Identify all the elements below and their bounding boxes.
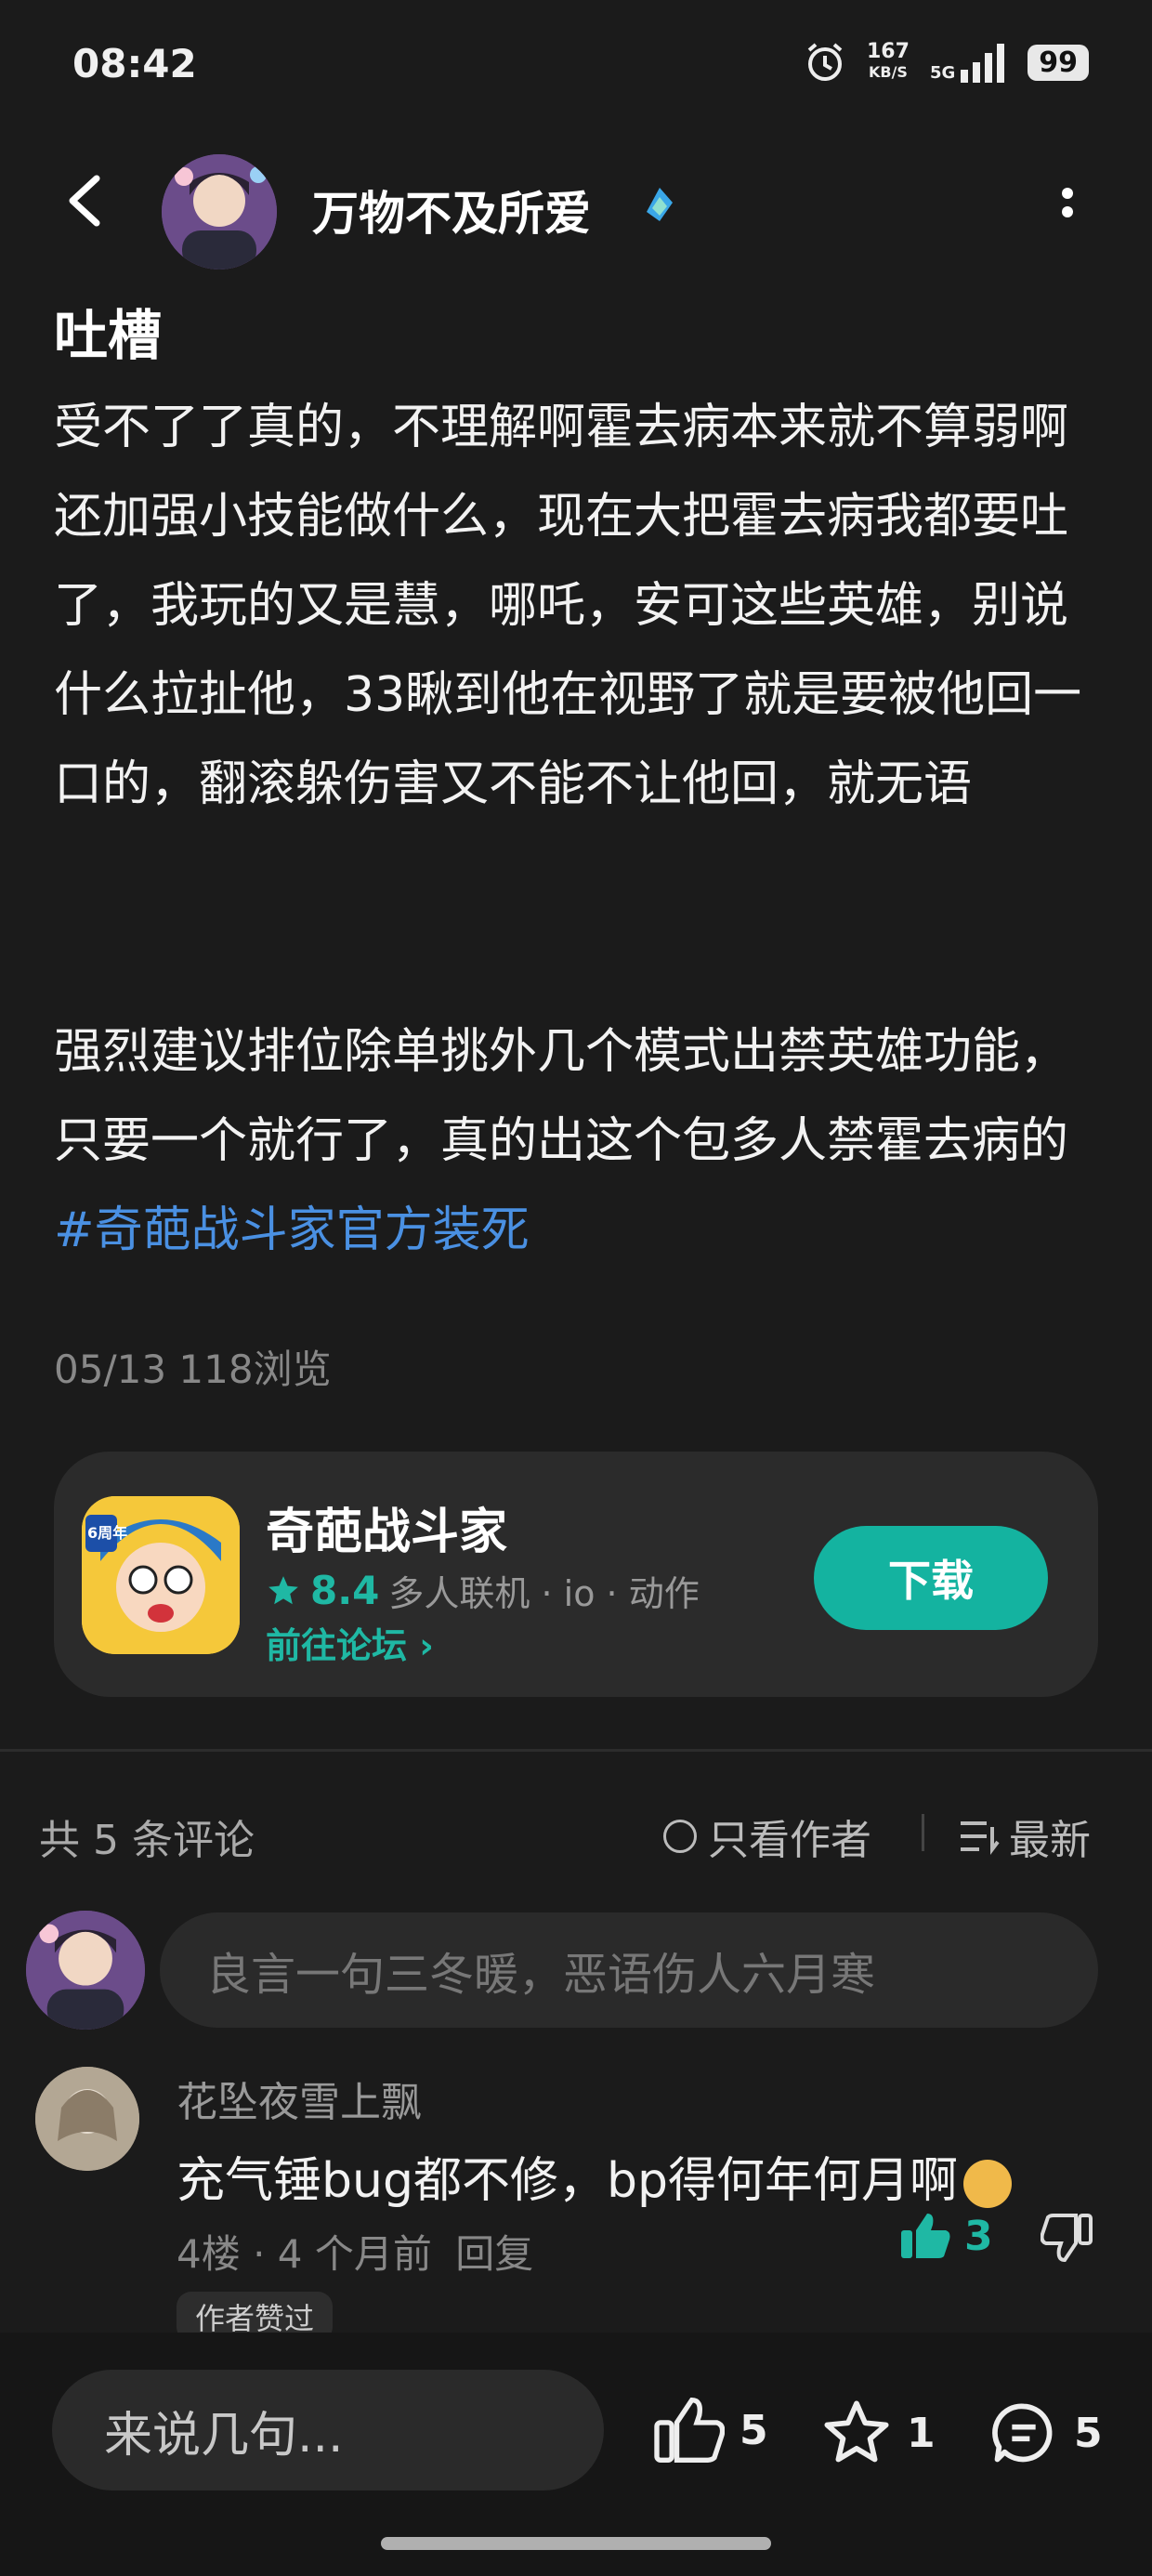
- radio-circle-icon: [663, 1820, 697, 1853]
- verified-badge-icon: [647, 188, 673, 221]
- reply-button[interactable]: 回复: [455, 2231, 533, 2277]
- thumbs-down-icon[interactable]: [1041, 2214, 1093, 2262]
- comment-bubble-icon: [992, 2403, 1053, 2463]
- alarm-icon: [807, 43, 843, 81]
- commenter-avatar[interactable]: [35, 2067, 139, 2171]
- signal-icon: 5G: [930, 42, 1007, 83]
- comment-input[interactable]: 良言一句三冬暖，恶语伤人六月寒: [160, 1912, 1098, 2028]
- forum-link[interactable]: 前往论坛 ›: [266, 1617, 434, 1668]
- emoji-icon: [963, 2160, 1012, 2208]
- post-views: 118浏览: [178, 1347, 332, 1392]
- status-icons: 167 KB/S 5G 99: [804, 41, 1089, 84]
- app-rating-row: 8.4 多人联机 · io · 动作: [266, 1565, 700, 1616]
- comments-count: 共 5 条评论: [39, 1817, 255, 1864]
- back-arrow-icon[interactable]: [59, 173, 111, 229]
- post-paragraph: 强烈建议排位除单挑外几个模式出禁英雄功能，只要一个就行了，真的出这个包多人禁霍去…: [54, 1024, 1069, 1258]
- post-title: 吐槽: [54, 304, 163, 367]
- commenter-name[interactable]: 花坠夜雪上飘: [177, 2069, 422, 2128]
- status-time: 08:42: [72, 41, 197, 86]
- thumbs-up-icon: [654, 2398, 725, 2463]
- author-name[interactable]: 万物不及所爱: [312, 177, 591, 243]
- thumbs-up-icon: [901, 2214, 950, 2258]
- comment-like-count: 3: [964, 2212, 993, 2260]
- more-options-icon[interactable]: [1054, 184, 1081, 234]
- star-icon: [268, 1575, 298, 1604]
- post-body: 受不了了真的，不理解啊霍去病本来就不算弱啊还加强小技能做什么，现在大把霍去病我都…: [54, 383, 1094, 1275]
- divider: [922, 1814, 924, 1851]
- divider: [0, 1749, 1152, 1752]
- battery-indicator: 99: [1028, 44, 1089, 81]
- app-icon-badge: 6周年: [87, 1524, 128, 1542]
- favorite-count: 1: [907, 2409, 936, 2457]
- comment-like-button[interactable]: 3: [899, 2212, 993, 2260]
- chevron-right-icon: ›: [419, 1625, 434, 1666]
- app-tags: 多人联机 · io · 动作: [388, 1573, 700, 1614]
- like-post-button[interactable]: 5: [654, 2398, 768, 2463]
- favorite-button[interactable]: 1: [821, 2398, 936, 2468]
- comment-text: 充气锤bug都不修，bp得何年何月啊: [177, 2141, 1012, 2211]
- star-outline-icon: [824, 2400, 889, 2463]
- sort-icon: [961, 1821, 1000, 1855]
- game-app-card[interactable]: 6周年 奇葩战斗家 8.4 多人联机 · io · 动作 前往论坛 › 下载: [54, 1452, 1098, 1697]
- reply-input[interactable]: 来说几句...: [52, 2370, 604, 2491]
- download-button[interactable]: 下载: [814, 1526, 1048, 1630]
- app-name: 奇葩战斗家: [266, 1505, 508, 1560]
- author-avatar[interactable]: [162, 154, 277, 269]
- sort-toggle[interactable]: 最新: [959, 1807, 1091, 1866]
- hashtag-link[interactable]: #奇葩战斗家官方装死: [54, 1203, 530, 1258]
- comment-button[interactable]: 5: [988, 2398, 1103, 2468]
- my-avatar: [26, 1911, 145, 2030]
- home-indicator[interactable]: [381, 2537, 771, 2550]
- app-rating-value: 8.4: [310, 1568, 380, 1613]
- post-meta: 05/13 118浏览: [54, 1338, 332, 1395]
- post-date: 05/13: [54, 1347, 167, 1392]
- game-app-icon: 6周年: [82, 1496, 240, 1654]
- comment-count: 5: [1074, 2409, 1103, 2457]
- network-speed: 167 KB/S: [867, 40, 910, 82]
- comment-meta: 4楼 · 4 个月前 回复: [177, 2231, 534, 2277]
- only-author-toggle[interactable]: 只看作者: [663, 1807, 871, 1866]
- post-paragraph: 受不了了真的，不理解啊霍去病本来就不算弱啊还加强小技能做什么，现在大把霍去病我都…: [54, 400, 1082, 812]
- like-count: 5: [740, 2406, 768, 2454]
